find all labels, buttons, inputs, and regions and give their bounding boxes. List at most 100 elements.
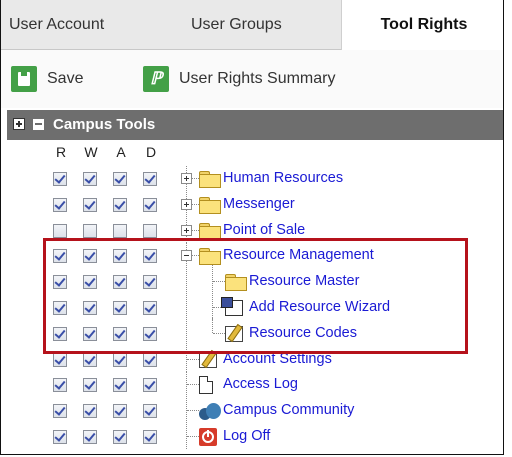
write-checkbox[interactable] bbox=[83, 275, 97, 289]
collapse-icon[interactable] bbox=[33, 119, 44, 130]
tree-connector-line bbox=[192, 178, 199, 179]
tree-connector-line bbox=[192, 255, 199, 256]
write-checkbox[interactable] bbox=[83, 249, 97, 263]
tool-rights-panel: User Account User Groups Tool Rights Sav… bbox=[0, 0, 504, 455]
write-checkbox[interactable] bbox=[83, 172, 97, 186]
tab-user-groups[interactable]: User Groups bbox=[191, 0, 282, 50]
add-checkbox[interactable] bbox=[113, 327, 127, 341]
tool-link-account-settings[interactable]: Account Settings bbox=[223, 347, 332, 372]
read-checkbox[interactable] bbox=[53, 249, 67, 263]
add-checkbox[interactable] bbox=[113, 275, 127, 289]
user-rights-summary-label: User Rights Summary bbox=[179, 70, 336, 87]
add-checkbox[interactable] bbox=[113, 249, 127, 263]
write-checkbox[interactable] bbox=[83, 327, 97, 341]
delete-checkbox[interactable] bbox=[143, 378, 157, 392]
tree-connector-line bbox=[186, 269, 187, 294]
write-checkbox[interactable] bbox=[83, 353, 97, 367]
add-checkbox[interactable] bbox=[113, 301, 127, 315]
tool-link-access-log[interactable]: Access Log bbox=[223, 372, 298, 397]
expand-all-icon[interactable] bbox=[13, 118, 25, 130]
read-checkbox[interactable] bbox=[53, 404, 67, 418]
tree-connector-line bbox=[186, 295, 187, 320]
add-checkbox[interactable] bbox=[113, 430, 127, 444]
delete-checkbox[interactable] bbox=[143, 172, 157, 186]
community-icon bbox=[199, 402, 221, 420]
read-checkbox[interactable] bbox=[53, 378, 67, 392]
expand-icon[interactable] bbox=[181, 225, 192, 236]
add-checkbox[interactable] bbox=[113, 353, 127, 367]
power-off-icon bbox=[199, 428, 217, 446]
delete-checkbox[interactable] bbox=[143, 224, 157, 238]
write-checkbox[interactable] bbox=[83, 198, 97, 212]
tree-row-add-resource-wizard: Add Resource Wizard bbox=[1, 291, 503, 320]
add-checkbox[interactable] bbox=[113, 198, 127, 212]
delete-checkbox[interactable] bbox=[143, 198, 157, 212]
read-checkbox[interactable] bbox=[53, 172, 67, 186]
write-checkbox[interactable] bbox=[83, 224, 97, 238]
folder-icon bbox=[199, 197, 221, 214]
read-checkbox[interactable] bbox=[53, 198, 67, 212]
delete-checkbox[interactable] bbox=[143, 404, 157, 418]
add-checkbox[interactable] bbox=[113, 172, 127, 186]
tree-connector-line bbox=[192, 230, 199, 231]
folder-icon bbox=[225, 274, 247, 291]
tree-connector-line bbox=[212, 265, 213, 294]
delete-checkbox[interactable] bbox=[143, 327, 157, 341]
delete-checkbox[interactable] bbox=[143, 430, 157, 444]
delete-checkbox[interactable] bbox=[143, 301, 157, 315]
tool-link-messenger[interactable]: Messenger bbox=[223, 192, 295, 217]
edit-document-icon bbox=[225, 326, 243, 342]
collapse-icon[interactable] bbox=[181, 250, 192, 261]
tree-row-point-of-sale: Point of Sale bbox=[1, 218, 503, 243]
read-checkbox[interactable] bbox=[53, 275, 67, 289]
tree-row-log-off: Log Off bbox=[1, 424, 503, 449]
column-header-read: R bbox=[55, 144, 67, 160]
tool-link-point-of-sale[interactable]: Point of Sale bbox=[223, 218, 305, 243]
tab-tool-rights[interactable]: Tool Rights bbox=[341, 0, 503, 51]
add-checkbox[interactable] bbox=[113, 378, 127, 392]
tree-connector-line bbox=[212, 291, 213, 320]
read-checkbox[interactable] bbox=[53, 224, 67, 238]
tool-link-human-resources[interactable]: Human Resources bbox=[223, 166, 343, 191]
write-checkbox[interactable] bbox=[83, 301, 97, 315]
column-header-add: A bbox=[116, 144, 126, 160]
tree-connector-line bbox=[213, 333, 225, 334]
delete-checkbox[interactable] bbox=[143, 353, 157, 367]
save-label: Save bbox=[47, 70, 84, 87]
delete-checkbox[interactable] bbox=[143, 275, 157, 289]
tool-link-campus-community[interactable]: Campus Community bbox=[223, 398, 354, 423]
expand-icon[interactable] bbox=[181, 173, 192, 184]
add-checkbox[interactable] bbox=[113, 404, 127, 418]
tool-link-add-resource-wizard[interactable]: Add Resource Wizard bbox=[249, 295, 390, 320]
read-checkbox[interactable] bbox=[53, 327, 67, 341]
write-checkbox[interactable] bbox=[83, 378, 97, 392]
folder-icon bbox=[199, 248, 221, 265]
tree-connector-line bbox=[186, 321, 187, 346]
folder-icon bbox=[199, 171, 221, 188]
tree-row-account-settings: Account Settings bbox=[1, 347, 503, 372]
delete-checkbox[interactable] bbox=[143, 249, 157, 263]
user-rights-summary-icon: ℙ bbox=[143, 66, 169, 92]
tool-link-log-off[interactable]: Log Off bbox=[223, 424, 270, 449]
campus-tools-title: Campus Tools bbox=[53, 116, 156, 133]
add-checkbox[interactable] bbox=[113, 224, 127, 238]
tool-link-resource-management[interactable]: Resource Management bbox=[223, 243, 374, 268]
tool-link-resource-master[interactable]: Resource Master bbox=[249, 269, 359, 294]
wizard-icon bbox=[221, 297, 243, 316]
read-checkbox[interactable] bbox=[53, 430, 67, 444]
tree-row-human-resources: Human Resources bbox=[1, 166, 503, 191]
expand-icon[interactable] bbox=[181, 199, 192, 210]
folder-icon bbox=[199, 223, 221, 240]
tree-connector-line bbox=[213, 281, 225, 282]
tree-connector-line bbox=[212, 317, 213, 333]
tree-row-access-log: Access Log bbox=[1, 372, 503, 397]
write-checkbox[interactable] bbox=[83, 404, 97, 418]
save-button[interactable]: Save bbox=[11, 66, 83, 92]
read-checkbox[interactable] bbox=[53, 301, 67, 315]
user-rights-summary-button[interactable]: ℙ User Rights Summary bbox=[143, 66, 335, 92]
tab-user-account[interactable]: User Account bbox=[9, 0, 104, 50]
write-checkbox[interactable] bbox=[83, 430, 97, 444]
read-checkbox[interactable] bbox=[53, 353, 67, 367]
tool-link-resource-codes[interactable]: Resource Codes bbox=[249, 321, 357, 346]
tree-row-resource-codes: Resource Codes bbox=[1, 317, 503, 346]
